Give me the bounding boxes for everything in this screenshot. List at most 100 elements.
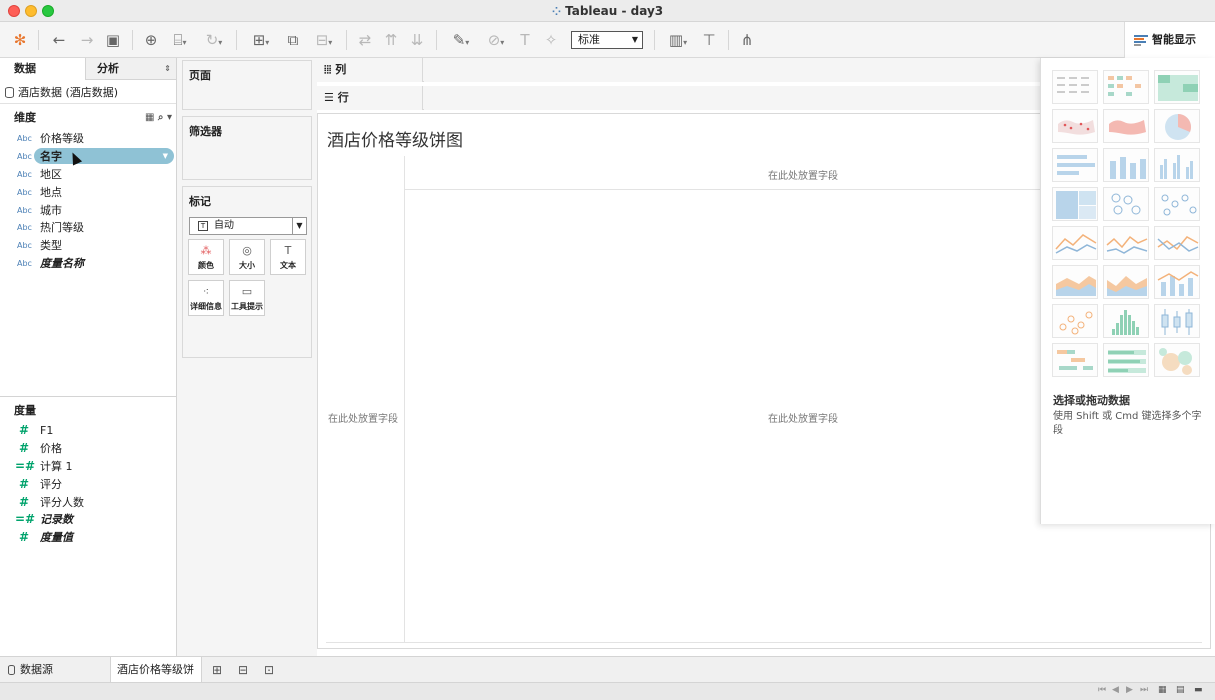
histogram-thumbnail[interactable] [1103,304,1149,338]
refresh-data-icon[interactable]: ↻▾ [198,30,230,50]
last-sheet-icon[interactable]: ⏭ [1140,685,1148,695]
new-worksheet-tab-icon[interactable]: ⊞ [206,657,228,683]
filters-card[interactable]: 筛选器 [182,116,312,180]
bullet-graph-thumbnail[interactable] [1103,343,1149,377]
fix-axes-icon[interactable]: ✧ [540,30,562,50]
new-worksheet-icon[interactable]: ⊞▾ [244,30,278,50]
dimension-field[interactable]: Abc 热门等级 [0,219,176,236]
sort-descending-icon[interactable]: ⇊ [406,30,428,50]
tab-analytics[interactable]: 分析 ⇕ [87,58,177,80]
dimension-field[interactable]: Abc 类型 [0,237,176,254]
measure-field[interactable]: =# 计算 1 [0,458,176,475]
side-by-side-bar-thumbnail[interactable] [1154,148,1200,182]
share-icon[interactable]: ⋔ [736,30,758,50]
circle-view-thumbnail[interactable] [1103,187,1149,221]
tableau-logo-icon[interactable]: ✻ [10,30,30,50]
sort-ascending-icon[interactable]: ⇈ [380,30,402,50]
datasource-item[interactable]: 酒店数据 (酒店数据) [0,82,176,104]
measure-field[interactable]: =# 记录数 [0,511,176,528]
text-button[interactable]: T 文本 [270,239,306,275]
first-sheet-icon[interactable]: ⏮ [1098,685,1106,695]
size-button[interactable]: ◎ 大小 [229,239,265,275]
line-discrete-thumbnail[interactable] [1103,226,1149,260]
dimension-field[interactable]: Abc 度量名称 [0,255,176,272]
dimension-field[interactable]: Abc 城市 [0,202,176,219]
show-tabs-icon[interactable]: ▬ [1194,685,1203,695]
highlight-icon[interactable]: ✎▾ [446,30,476,50]
new-story-tab-icon[interactable]: ⊡ [258,657,280,683]
tab-data[interactable]: 数据 [0,58,86,80]
dimension-field-selected[interactable]: Abc 名字 ▼ [0,148,176,165]
presentation-mode-icon[interactable]: ⊤ [698,30,720,50]
scatter-plot-thumbnail[interactable] [1052,304,1098,338]
dual-combination-thumbnail[interactable] [1154,265,1200,299]
symbol-map-thumbnail[interactable] [1052,109,1098,143]
chevron-down-icon[interactable]: ▼ [163,148,168,165]
redo-icon[interactable]: → [76,30,98,50]
measure-field[interactable]: # 评分人数 [0,494,176,511]
tooltip-button[interactable]: ▭ 工具提示 [229,280,265,316]
measure-field[interactable]: # 度量值 [0,529,176,546]
line-continuous-thumbnail[interactable] [1052,226,1098,260]
box-and-whisker-thumbnail[interactable] [1154,304,1200,338]
show-filmstrip-icon[interactable]: ▤ [1176,685,1185,695]
pause-updates-icon[interactable]: ⌸▾ [166,30,194,50]
sheet-tab[interactable]: 酒店价格等级饼图 [110,657,202,700]
color-button[interactable]: ⁂ 颜色 [188,239,224,275]
heat-map-thumbnail[interactable] [1103,70,1149,104]
drop-field-left[interactable]: 在此处放置字段 [328,410,398,425]
view-search-menu-icons[interactable]: ▦ ⌕ ▾ [145,108,172,128]
dimension-field[interactable]: Abc 地区 [0,166,176,183]
dimension-field[interactable]: Abc 价格等级 [0,130,176,147]
database-icon [8,665,15,675]
show-me-panel: 选择或拖动数据 使用 Shift 或 Cmd 键选择多个字段 [1040,58,1215,524]
packed-bubbles-thumbnail[interactable] [1154,343,1200,377]
next-sheet-icon[interactable]: ▶ [1126,685,1133,695]
side-by-side-circles-thumbnail[interactable] [1154,187,1200,221]
measure-field[interactable]: # F1 [0,422,176,439]
treemap-thumbnail[interactable] [1052,187,1098,221]
sheet-tab-bar: 数据源 酒店价格等级饼图 ⊞ ⊟ ⊡ [0,656,1215,700]
show-mark-labels-icon[interactable]: T [514,30,536,50]
new-data-source-icon[interactable]: ⊕ [140,30,162,50]
dimensions-header: 维度 ▦ ⌕ ▾ [0,108,176,128]
pages-card[interactable]: 页面 [182,60,312,110]
highlight-table-thumbnail[interactable] [1154,70,1200,104]
new-dashboard-tab-icon[interactable]: ⊟ [232,657,254,683]
show-me-button[interactable]: 智能显示 [1124,22,1215,58]
horizontal-bar-thumbnail[interactable] [1052,148,1098,182]
fit-select[interactable]: 标准 ▼ [571,31,643,49]
toolbar: ✻ ← → ▣ ⊕ ⌸▾ ↻▾ ⊞▾ ⧉ ⊟▾ ⇄ ⇈ ⇊ ✎▾ ⊘▾ T ✧ … [0,22,1215,58]
duplicate-sheet-icon[interactable]: ⧉ [282,30,304,50]
drop-field-center[interactable]: 在此处放置字段 [768,410,838,425]
detail-button[interactable]: ⁖ 详细信息 [188,280,224,316]
undo-icon[interactable]: ← [48,30,70,50]
stacked-bar-thumbnail[interactable] [1103,148,1149,182]
prev-sheet-icon[interactable]: ◀ [1112,685,1119,695]
sheet-title[interactable]: 酒店价格等级饼图 [327,126,463,151]
dimension-field[interactable]: Abc 地点 [0,184,176,201]
text-table-thumbnail[interactable] [1052,70,1098,104]
area-discrete-thumbnail[interactable] [1103,265,1149,299]
show-me-hint-description: 使用 Shift 或 Cmd 键选择多个字段 [1053,411,1202,436]
measure-field[interactable]: # 评分 [0,476,176,493]
clear-sheet-icon[interactable]: ⊟▾ [308,30,340,50]
text-mark-icon: T [198,221,208,231]
filled-map-thumbnail[interactable] [1103,109,1149,143]
swap-rows-columns-icon[interactable]: ⇄ [354,30,376,50]
show-cards-icon[interactable]: ▥▾ [662,30,694,50]
status-bar: ⏮ ◀ ▶ ⏭ ▦ ▤ ▬ [0,682,1215,700]
mark-type-select[interactable]: T 自动 ▼ [189,217,307,235]
show-sheet-sorter-icon[interactable]: ▦ [1158,685,1167,695]
measure-field[interactable]: # 价格 [0,440,176,457]
pie-chart-thumbnail[interactable] [1154,109,1200,143]
measures-header: 度量 [14,404,36,417]
area-continuous-thumbnail[interactable] [1052,265,1098,299]
group-members-icon[interactable]: ⊘▾ [480,30,512,50]
gantt-chart-thumbnail[interactable] [1052,343,1098,377]
drop-field-top[interactable]: 在此处放置字段 [768,167,838,182]
size-icon: ◎ [242,244,252,257]
save-icon[interactable]: ▣ [102,30,124,50]
data-source-tab[interactable]: 数据源 [8,657,53,683]
dual-line-thumbnail[interactable] [1154,226,1200,260]
